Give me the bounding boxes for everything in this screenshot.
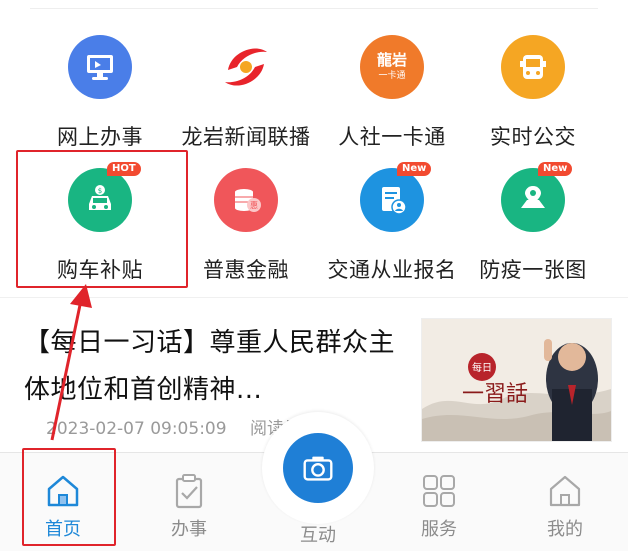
news-logo-icon — [214, 35, 278, 99]
social-card-icon: 龍岩 一卡通 — [360, 35, 424, 99]
new-badge: New — [538, 162, 573, 176]
service-transport-registration[interactable]: New 交通从业报名 — [317, 162, 467, 298]
tab-home[interactable]: 首页 — [0, 453, 126, 551]
computer-icon — [68, 35, 132, 99]
social-card-subtitle: 一卡通 — [378, 71, 406, 81]
service-car-subsidy[interactable]: $ HOT 购车补贴 — [25, 162, 175, 298]
social-card-title: 龍岩 — [376, 51, 407, 69]
tab-mine[interactable]: 我的 — [502, 453, 628, 551]
svg-text:一習話: 一習話 — [462, 382, 528, 407]
interact-camera-button[interactable] — [262, 412, 374, 524]
news-thumbnail[interactable]: 每日 一習話 — [421, 318, 612, 442]
service-label: 购车补贴 — [57, 258, 143, 282]
svg-text:每日: 每日 — [472, 361, 492, 374]
top-divider — [30, 8, 598, 9]
news-date: 2023-02-07 09:05:09 — [46, 419, 227, 439]
tab-label: 服务 — [421, 519, 457, 540]
service-label: 交通从业报名 — [327, 258, 457, 282]
tab-services[interactable]: 服务 — [376, 453, 502, 551]
tab-label: 我的 — [547, 519, 583, 540]
camera-icon — [283, 433, 353, 503]
tab-label: 办事 — [171, 519, 207, 540]
registration-icon — [360, 168, 424, 232]
car-icon: $ — [68, 168, 132, 232]
tab-label: 首页 — [45, 519, 81, 540]
clipboard-icon — [175, 474, 203, 509]
coins-icon: 惠 — [214, 168, 278, 232]
service-inclusive-finance[interactable]: 惠 普惠金融 — [171, 168, 321, 298]
service-realtime-bus[interactable]: 实时公交 — [458, 35, 608, 165]
service-label: 普惠金融 — [203, 258, 289, 282]
hot-badge: HOT — [107, 162, 141, 176]
service-longyan-news[interactable]: 龙岩新闻联播 — [171, 35, 321, 165]
news-title[interactable]: 【每日一习话】尊重人民群众主体地位和首创精神... — [24, 320, 404, 414]
service-label: 人社一卡通 — [338, 125, 446, 149]
svg-text:惠: 惠 — [250, 200, 258, 210]
service-label: 实时公交 — [490, 125, 576, 149]
user-home-icon — [549, 475, 581, 507]
service-label: 防疫一张图 — [479, 258, 587, 282]
service-label: 网上办事 — [57, 125, 143, 149]
service-epidemic-map[interactable]: New 防疫一张图 — [458, 162, 608, 298]
new-badge: New — [397, 162, 432, 176]
map-icon — [501, 168, 565, 232]
service-online-affairs[interactable]: 网上办事 — [25, 35, 175, 165]
tab-label: 互动 — [300, 525, 336, 546]
service-social-card[interactable]: 龍岩 一卡通 人社一卡通 — [317, 35, 467, 165]
grid-icon — [423, 475, 455, 507]
bus-icon — [501, 35, 565, 99]
service-label: 龙岩新闻联播 — [181, 125, 311, 149]
svg-text:$: $ — [98, 187, 102, 195]
tab-affairs[interactable]: 办事 — [126, 453, 252, 551]
home-icon — [47, 475, 79, 507]
